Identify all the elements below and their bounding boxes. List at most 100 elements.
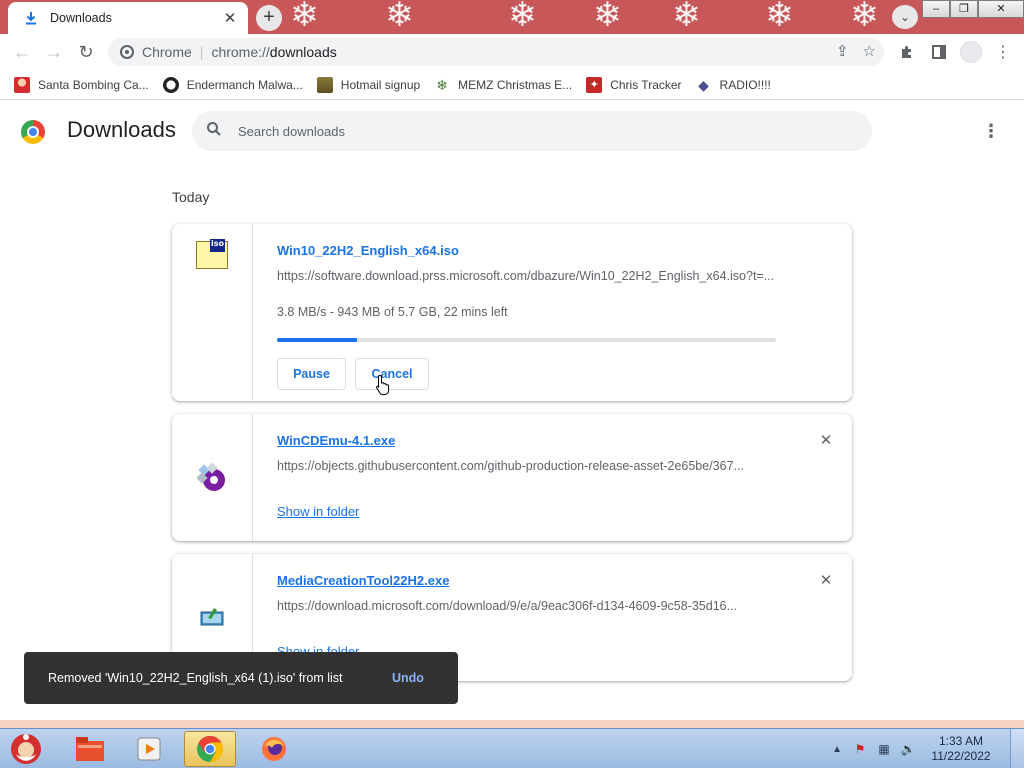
cancel-button[interactable]: Cancel [355,358,429,390]
remove-from-list-icon[interactable]: ✕ [818,433,834,449]
snowflake-decoration: ❄ [672,0,701,34]
file-explorer-icon[interactable] [64,731,116,767]
chrome-site-icon [120,45,134,59]
download-progress-bar [277,338,776,342]
undo-button[interactable]: Undo [392,671,424,685]
show-desktop-button[interactable] [1010,729,1024,768]
toast-message: Removed 'Win10_22H2_English_x64 (1).iso'… [48,671,343,685]
diamond-icon: ◆ [698,76,709,93]
download-status: 3.8 MB/s - 943 MB of 5.7 GB, 22 mins lef… [277,305,508,319]
download-progress-fill [277,338,357,342]
taskbar-clock[interactable]: 1:33 AM 11/22/2022 [924,734,998,764]
taskbar-edge [0,720,1024,728]
bookmark-item[interactable]: ❄ MEMZ Christmas E... [434,77,572,93]
share-icon[interactable]: ⇪ [836,42,849,60]
profile-avatar[interactable] [958,39,984,65]
show-hidden-icons-icon[interactable]: ▲ [832,744,842,755]
chrome-menu-icon[interactable]: ⋮ [990,39,1016,65]
tab-search-chevron-icon[interactable]: ⌄ [892,5,918,29]
search-box[interactable] [192,111,872,151]
clock-time: 1:33 AM [938,734,984,748]
more-actions-icon[interactable]: ⋮ [982,121,1000,141]
remove-from-list-icon[interactable]: ✕ [818,573,834,589]
toolbar-right: ⋮ [894,34,1016,70]
chrome-logo-icon [21,120,45,144]
file-icon-column: iso [172,224,253,401]
forward-arrow-icon[interactable]: → [38,36,70,68]
bookmark-item[interactable]: Santa Bombing Ca... [14,76,149,93]
file-icon-column [172,414,253,541]
browser-toolbar: ← → ↻ Chrome | chrome://downloads ⇪ ☆ ⋮ [0,34,1024,70]
download-item: WinCDEmu-4.1.exe https://objects.githubu… [172,414,852,541]
bookmark-star-icon[interactable]: ☆ [863,42,876,60]
bookmarks-bar: Santa Bombing Ca... Endermanch Malwa... … [0,70,1024,100]
chrome-icon[interactable] [184,731,236,767]
bookmark-label: MEMZ Christmas E... [458,77,573,92]
download-filename-link[interactable]: Win10_22H2_English_x64.iso [277,243,459,258]
bookmark-item[interactable]: ✦ Chris Tracker [586,76,682,93]
close-window-button[interactable]: ✕ [978,0,1024,18]
search-icon [206,121,222,142]
snowflake-decoration: ❄ [290,0,319,34]
hand-cursor-icon [376,374,390,396]
minimize-button[interactable]: – [922,0,950,18]
snowflake-decoration: ❄ [765,0,794,34]
clock-date: 11/22/2022 [931,749,991,763]
snowflake-decoration: ❄ [385,0,414,34]
scheme-label: Chrome [142,44,192,60]
media-creation-tool-icon [200,608,224,626]
bookmark-label: Endermanch Malwa... [186,77,303,92]
pause-button[interactable]: Pause [277,358,346,390]
address-bar[interactable]: Chrome | chrome://downloads ⇪ ☆ [108,38,884,66]
media-player-icon[interactable] [124,731,176,767]
snowflake-icon: ❄ [436,76,449,93]
panda-icon [162,76,179,93]
restore-button[interactable]: ❐ [950,0,978,18]
bookmark-label: Santa Bombing Ca... [38,77,149,92]
system-tray: ▲ ⚑ ▦ 🔈 1:33 AM 11/22/2022 [832,729,1024,768]
network-icon[interactable]: ▦ [876,741,892,757]
iso-file-icon: iso [196,239,228,269]
tab-title: Downloads [50,11,112,25]
search-input[interactable] [238,123,838,139]
new-tab-button[interactable]: + [256,5,282,31]
download-icon [24,11,38,25]
firefox-icon[interactable] [248,731,300,767]
snowflake-decoration: ❄ [508,0,537,34]
url-text: chrome://downloads [211,44,337,60]
download-filename-link[interactable]: MediaCreationTool22H2.exe [277,573,449,588]
bookmark-item[interactable]: Hotmail signup [316,76,421,93]
windows-taskbar: ▲ ⚑ ▦ 🔈 1:33 AM 11/22/2022 [0,728,1024,768]
show-in-folder-link[interactable]: Show in folder [277,504,359,519]
download-source-url[interactable]: https://download.microsoft.com/download/… [277,599,777,613]
side-panel-icon[interactable] [926,39,952,65]
downloads-header: Downloads ⋮ [0,101,1024,161]
download-source-url[interactable]: https://objects.githubusercontent.com/gi… [277,459,777,473]
bookmark-item[interactable]: Endermanch Malwa... [162,76,303,93]
santa-start-icon[interactable] [4,730,48,768]
extensions-puzzle-icon[interactable] [894,39,920,65]
removed-toast: Removed 'Win10_22H2_English_x64 (1).iso'… [24,652,458,704]
volume-icon[interactable]: 🔈 [900,741,916,757]
bookmark-label: Hotmail signup [340,77,421,92]
download-filename-link[interactable]: WinCDEmu-4.1.exe [277,433,395,448]
trophy-icon [316,76,333,93]
download-source-url[interactable]: https://software.download.prss.microsoft… [277,269,777,283]
action-center-flag-icon[interactable]: ⚑ [852,741,868,757]
snowflake-decoration: ❄ [593,0,622,34]
snowflake-decoration: ❄ [850,0,879,34]
back-arrow-icon[interactable]: ← [6,36,38,68]
download-item-active: iso Win10_22H2_English_x64.iso https://s… [172,224,852,401]
reload-icon[interactable]: ↻ [70,36,102,68]
window-controls: – ❐ ✕ [922,0,1024,18]
bookmark-item[interactable]: ◆ RADIO!!!! [696,77,771,93]
date-section-label: Today [172,189,210,205]
bookmark-label: RADIO!!!! [719,77,771,92]
tab-downloads[interactable]: Downloads ✕ [8,2,248,34]
santa-icon [14,76,30,93]
avatar [960,41,982,63]
red-star-icon: ✦ [586,76,603,93]
tab-strip: ❄ ❄ ❄ ❄ ❄ ❄ ❄ Downloads ✕ + ⌄ – ❐ ✕ [0,0,1024,34]
page-title: Downloads [67,117,176,142]
tab-close-icon[interactable]: ✕ [222,9,238,27]
